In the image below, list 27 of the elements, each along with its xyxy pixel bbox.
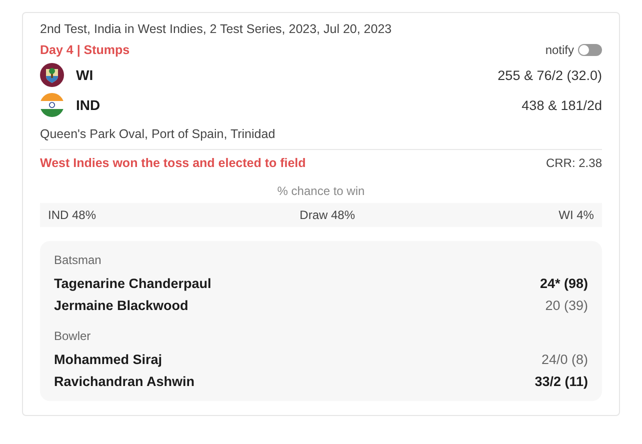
team-score: 255 & 76/2 (32.0) [498, 68, 602, 82]
win-chance-title: % chance to win [276, 184, 366, 198]
player-stat: 20 (39) [545, 297, 588, 315]
section-heading: Batsman [54, 253, 102, 267]
venue-text: Queen's Park Oval, Port of Spain, Trinidad [40, 127, 602, 150]
player-name: Ravichandran Ashwin [54, 373, 195, 391]
player-stat: 33/2 (11) [534, 373, 588, 391]
team-name: WI [76, 67, 94, 83]
flag-icon [40, 93, 64, 117]
player-stat: 24* (98) [540, 275, 588, 293]
team-name: IND [76, 97, 100, 113]
notify-label: notify [545, 43, 574, 57]
section-heading: Bowler [54, 329, 92, 343]
toss-result: West Indies won the toss and elected to field [40, 156, 306, 170]
team-score: 438 & 181/2d [522, 98, 602, 112]
win-chance-value: WI 4% [558, 208, 594, 222]
match-status: Day 4 | Stumps [40, 43, 130, 57]
notify-toggle[interactable] [578, 44, 602, 56]
player-name: Tagenarine Chanderpaul [54, 275, 212, 293]
player-name: Jermaine Blackwood [54, 297, 188, 315]
win-chance-value: Draw 48% [300, 208, 356, 222]
player-name: Mohammed Siraj [54, 351, 162, 369]
player-stat: 24/0 (8) [541, 351, 588, 369]
run-rate: CRR: 2.38 [546, 156, 602, 170]
win-chance-value: IND 48% [48, 208, 96, 222]
team-crest-icon [40, 63, 64, 87]
match-title: 2nd Test, India in West Indies, 2 Test Series, 2023, Jul 20, 2023 [40, 21, 393, 37]
